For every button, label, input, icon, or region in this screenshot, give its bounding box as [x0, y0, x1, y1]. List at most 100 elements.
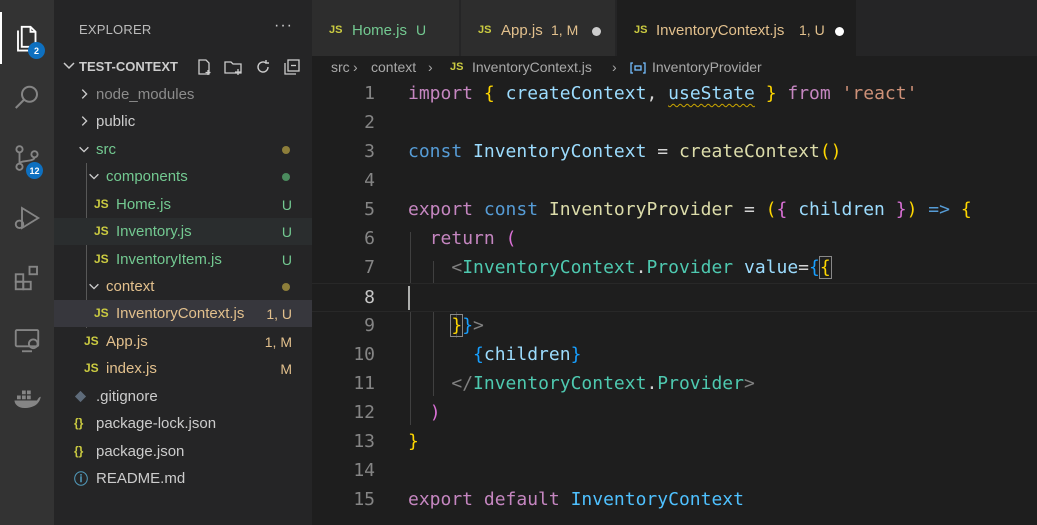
- tree-item-app-js[interactable]: JS App.js 1, M: [54, 328, 312, 355]
- chevron-right-icon: [81, 89, 88, 99]
- workspace-section-header[interactable]: TEST-CONTEXT: [54, 53, 312, 79]
- chevron-down-icon: [89, 283, 99, 290]
- explorer-icon[interactable]: 2: [0, 12, 54, 64]
- code-line: 2: [312, 109, 1037, 138]
- tab-label: InventoryContext.js: [656, 22, 785, 39]
- editor-tab-bar: JS Home.js U JS App.js 1, M JS Inventory…: [312, 0, 1037, 56]
- line-number: 10: [353, 344, 375, 365]
- activity-bar: 2 12: [0, 0, 54, 525]
- workspace-name: TEST-CONTEXT: [79, 59, 178, 74]
- tree-item-index-js[interactable]: JS index.js M: [54, 355, 312, 382]
- new-folder-icon[interactable]: [223, 57, 243, 77]
- tree-item-package-lock-json[interactable]: {} package-lock.json: [54, 410, 312, 437]
- line-number: 5: [364, 199, 375, 220]
- code-text: ): [429, 402, 441, 423]
- docker-icon[interactable]: [0, 372, 54, 424]
- code-line: 7 <InventoryContext.Provider value={{: [312, 254, 1037, 283]
- chevron-right-icon: ›: [353, 59, 358, 75]
- chevron-down-icon: [63, 62, 75, 70]
- js-file-icon: JS: [634, 24, 648, 36]
- modified-dot-icon: [282, 146, 290, 154]
- git-status: U: [281, 197, 292, 213]
- tab-home-js[interactable]: JS Home.js U: [312, 0, 460, 56]
- run-debug-icon[interactable]: [0, 192, 54, 244]
- tree-item-label: Home.js: [116, 196, 172, 213]
- json-file-icon: {}: [74, 416, 84, 430]
- chevron-right-icon: ›: [612, 59, 617, 75]
- tree-item-label: README.md: [96, 470, 186, 487]
- new-file-icon[interactable]: [194, 57, 214, 77]
- js-file-icon: JS: [94, 197, 109, 211]
- code-editor[interactable]: 1 import { createContext, useState } fro…: [312, 80, 1037, 525]
- tree-item-gitignore[interactable]: .gitignore: [54, 383, 312, 410]
- source-control-icon[interactable]: 12: [0, 132, 54, 184]
- more-actions-button[interactable]: ···: [274, 17, 293, 35]
- tree-item-readme-md[interactable]: ⓘ README.md: [54, 465, 312, 492]
- tab-status: U: [416, 22, 427, 38]
- js-file-icon: JS: [329, 24, 343, 36]
- code-text: const InventoryContext = createContext(): [408, 141, 842, 162]
- line-number: 11: [353, 373, 375, 394]
- unsaved-dot-icon[interactable]: [835, 27, 844, 36]
- code-line: 1 import { createContext, useState } fro…: [312, 80, 1037, 109]
- breadcrumb-context[interactable]: context: [371, 59, 416, 75]
- code-text: export default InventoryContext: [408, 489, 744, 510]
- symbol-variable-icon: [630, 62, 646, 74]
- js-file-icon: JS: [450, 61, 464, 73]
- tree-item-inventory-js[interactable]: JS Inventory.js U: [54, 218, 312, 245]
- line-number: 13: [353, 431, 375, 452]
- line-number: 9: [364, 315, 375, 336]
- line-number: 14: [353, 460, 375, 481]
- code-line: 15 export default InventoryContext: [312, 486, 1037, 515]
- tree-item-label: InventoryItem.js: [116, 251, 222, 268]
- code-text: <InventoryContext.Provider value={{: [451, 256, 832, 279]
- line-number: 15: [353, 489, 375, 510]
- refresh-icon[interactable]: [253, 57, 273, 77]
- collapse-all-icon[interactable]: [282, 57, 302, 77]
- tree-item-public[interactable]: public: [54, 108, 312, 135]
- search-icon[interactable]: [0, 72, 54, 124]
- info-icon: ⓘ: [74, 471, 88, 487]
- extensions-icon[interactable]: [0, 252, 54, 304]
- tab-inventorycontext-js[interactable]: JS InventoryContext.js 1, U: [617, 0, 857, 56]
- tree-item-label: public: [96, 113, 136, 130]
- line-number: 12: [353, 402, 375, 423]
- code-line: 4: [312, 167, 1037, 196]
- breadcrumb-src[interactable]: src: [331, 59, 350, 75]
- tree-item-node-modules[interactable]: node_modules: [54, 81, 312, 108]
- remote-explorer-icon[interactable]: [0, 314, 54, 366]
- tree-item-context[interactable]: context: [54, 273, 312, 300]
- tab-app-js[interactable]: JS App.js 1, M: [461, 0, 616, 56]
- chevron-down-icon: [79, 146, 89, 153]
- tree-item-inventoryitem-js[interactable]: JS InventoryItem.js U: [54, 246, 312, 273]
- js-file-icon: JS: [94, 252, 109, 266]
- tree-item-label: context: [106, 278, 155, 295]
- tree-item-components[interactable]: components: [54, 163, 312, 190]
- tree-item-package-json[interactable]: {} package.json: [54, 438, 312, 465]
- tree-item-home-js[interactable]: JS Home.js U: [54, 191, 312, 218]
- chevron-right-icon: ›: [428, 59, 433, 75]
- line-number: 4: [364, 170, 375, 191]
- tree-item-label: index.js: [106, 360, 157, 377]
- tree-item-label: src: [96, 141, 116, 158]
- breadcrumb-symbol[interactable]: InventoryProvider: [652, 59, 762, 75]
- breadcrumb-file[interactable]: InventoryContext.js: [472, 59, 592, 75]
- git-status: U: [281, 252, 292, 268]
- modified-dot-icon: [282, 283, 290, 291]
- tab-status: 1, U: [799, 22, 825, 38]
- chevron-right-icon: [81, 116, 88, 126]
- code-text: return (: [429, 228, 517, 249]
- line-number: 3: [364, 141, 375, 162]
- unsaved-dot-icon[interactable]: [592, 27, 601, 36]
- js-file-icon: JS: [84, 361, 99, 375]
- code-line: 13 }: [312, 428, 1037, 457]
- tree-item-inventorycontext-js[interactable]: JS InventoryContext.js 1, U: [54, 300, 312, 327]
- code-line: 14: [312, 457, 1037, 486]
- git-status: 1, U: [266, 306, 292, 322]
- explorer-badge: 2: [28, 42, 45, 59]
- code-text: import { createContext, useState } from …: [408, 83, 918, 104]
- line-number: 2: [364, 112, 375, 133]
- tree-item-src[interactable]: src: [54, 136, 312, 163]
- code-line: 12 ): [312, 399, 1037, 428]
- tab-label: Home.js: [352, 22, 408, 39]
